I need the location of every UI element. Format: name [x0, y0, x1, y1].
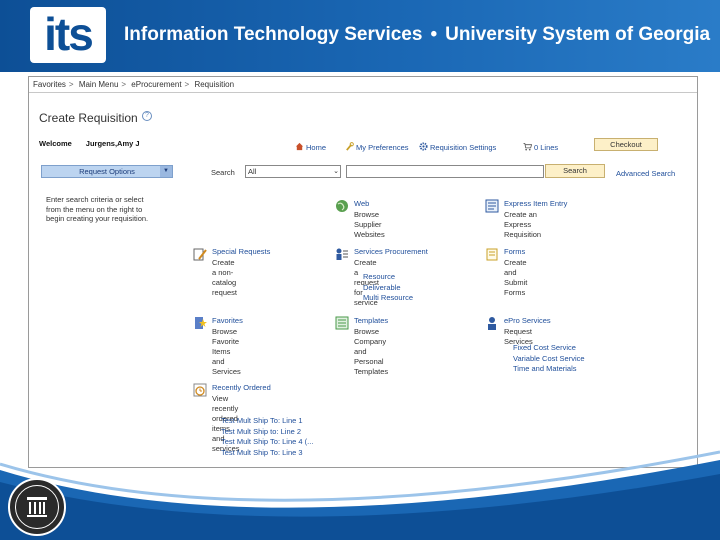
breadcrumb-chevron-icon: >	[68, 80, 74, 89]
preferences-link[interactable]: My Preferences	[345, 142, 409, 152]
search-input[interactable]	[346, 165, 544, 178]
bookmark-star-icon	[195, 317, 207, 329]
tile-forms-desc: Create and Submit Forms	[504, 258, 528, 297]
gear-icon	[419, 142, 428, 151]
search-category-value: All	[248, 167, 257, 176]
breadcrumb-favorites[interactable]: Favorites	[33, 80, 66, 89]
breadcrumb-requisition[interactable]: Requisition	[194, 80, 234, 89]
banner-title-right: University System of Georgia	[445, 24, 711, 45]
tile-express-title[interactable]: Express Item Entry	[504, 199, 567, 208]
requisition-settings-label: Requisition Settings	[430, 143, 497, 152]
templates-icon	[335, 316, 349, 330]
request-options-dropdown[interactable]: Request Options ▼	[41, 165, 173, 178]
tile-templates-desc: Browse Company and Personal Templates	[354, 327, 388, 377]
welcome-line: Welcome Jurgens,Amy J	[39, 139, 140, 148]
breadcrumb-eprocurement[interactable]: eProcurement	[131, 80, 181, 89]
footer-swoosh	[0, 450, 720, 540]
its-logo: its	[30, 7, 106, 63]
chevron-down-icon: ▼	[160, 166, 172, 177]
home-link-label: Home	[306, 143, 327, 152]
epro-link-time-materials[interactable]: Time and Materials	[513, 364, 585, 375]
epro-link-variable-cost[interactable]: Variable Cost Service	[513, 354, 585, 365]
banner-title-left: Information Technology Services	[124, 24, 423, 45]
tile-templates-desc-line2: Templates	[354, 367, 389, 376]
breadcrumb: Favorites > Main Menu > eProcurement > Requ…	[29, 77, 697, 93]
home-icon	[295, 142, 304, 151]
preferences-link-label: My Preferences	[356, 143, 409, 152]
request-options-label: Request Options	[79, 167, 135, 176]
cart-icon	[523, 142, 532, 151]
page-title: Create Requisition	[39, 111, 138, 125]
search-button[interactable]: Search	[545, 164, 605, 178]
home-link[interactable]: Home	[295, 142, 326, 152]
tile-services-title[interactable]: Services Procurement	[354, 247, 428, 256]
clipboard-pen-icon	[193, 248, 207, 261]
tile-web-desc: Browse Supplier Websites	[354, 210, 385, 239]
tile-favorites-desc: Browse Favorite Items and Services	[212, 327, 241, 377]
epro-link-fixed-cost[interactable]: Fixed Cost Service	[513, 343, 585, 354]
recent-link-1[interactable]: Test Mult Ship To: Line 1	[221, 416, 313, 427]
cart-link[interactable]: 0 Lines	[523, 142, 558, 152]
epro-links: Fixed Cost Service Variable Cost Service…	[513, 343, 585, 375]
seal-building-icon	[27, 497, 47, 517]
tile-forms-title[interactable]: Forms	[504, 247, 525, 256]
breadcrumb-main-menu[interactable]: Main Menu	[79, 80, 119, 89]
services-links: Resource Deliverable Multi Resource	[363, 272, 413, 304]
services-link-resource[interactable]: Resource	[363, 272, 413, 283]
tile-favorites-desc-line1: Browse Favorite Items and	[212, 327, 240, 366]
welcome-label: Welcome	[39, 139, 72, 148]
services-link-deliverable[interactable]: Deliverable	[363, 283, 413, 294]
requisition-settings-link[interactable]: Requisition Settings	[419, 142, 496, 152]
clock-icon	[193, 383, 207, 397]
person-services-icon	[488, 317, 496, 330]
tile-web-title[interactable]: Web	[354, 199, 369, 208]
search-hint-text: Enter search criteria or select from the…	[46, 195, 149, 223]
header-banner: its Information Technology Services • Univ…	[0, 0, 720, 72]
tile-recent-title[interactable]: Recently Ordered	[212, 383, 271, 392]
services-link-multi-resource[interactable]: Multi Resource	[363, 293, 413, 304]
search-label: Search	[211, 168, 235, 177]
wrench-icon	[346, 142, 354, 151]
tile-favorites-title[interactable]: Favorites	[212, 316, 243, 325]
user-name: Jurgens,Amy J	[85, 139, 140, 148]
forms-icon	[486, 248, 498, 261]
breadcrumb-chevron-icon: >	[121, 80, 127, 89]
tile-special-desc: Create a non-catalog request	[212, 258, 238, 297]
checkout-button[interactable]: Checkout	[594, 138, 658, 151]
tile-templates-title[interactable]: Templates	[354, 316, 388, 325]
cart-lines-count: 0 Lines	[534, 143, 559, 152]
banner-title: Information Technology Services • Universi…	[124, 24, 710, 46]
form-list-icon	[485, 199, 499, 213]
tile-epro-title[interactable]: ePro Services	[504, 316, 551, 325]
tile-express-desc: Create an Express Requisition	[504, 210, 542, 239]
tile-templates-desc-line1: Browse Company and Personal	[354, 327, 387, 366]
banner-separator: •	[430, 24, 438, 45]
breadcrumb-chevron-icon: >	[184, 80, 190, 89]
people-list-icon	[336, 248, 348, 260]
tile-favorites-desc-line2: Services	[212, 367, 241, 376]
advanced-search-link[interactable]: Advanced Search	[616, 169, 675, 178]
globe-icon	[336, 200, 348, 212]
help-icon[interactable]: ?	[142, 111, 152, 121]
usg-seal-logo	[8, 478, 66, 536]
chevron-down-icon: ⌄	[333, 168, 339, 175]
tile-special-title[interactable]: Special Requests	[212, 247, 270, 256]
requisition-screenshot: Favorites > Main Menu > eProcurement > Requ…	[28, 76, 698, 468]
search-category-select[interactable]: All ⌄	[245, 165, 341, 178]
